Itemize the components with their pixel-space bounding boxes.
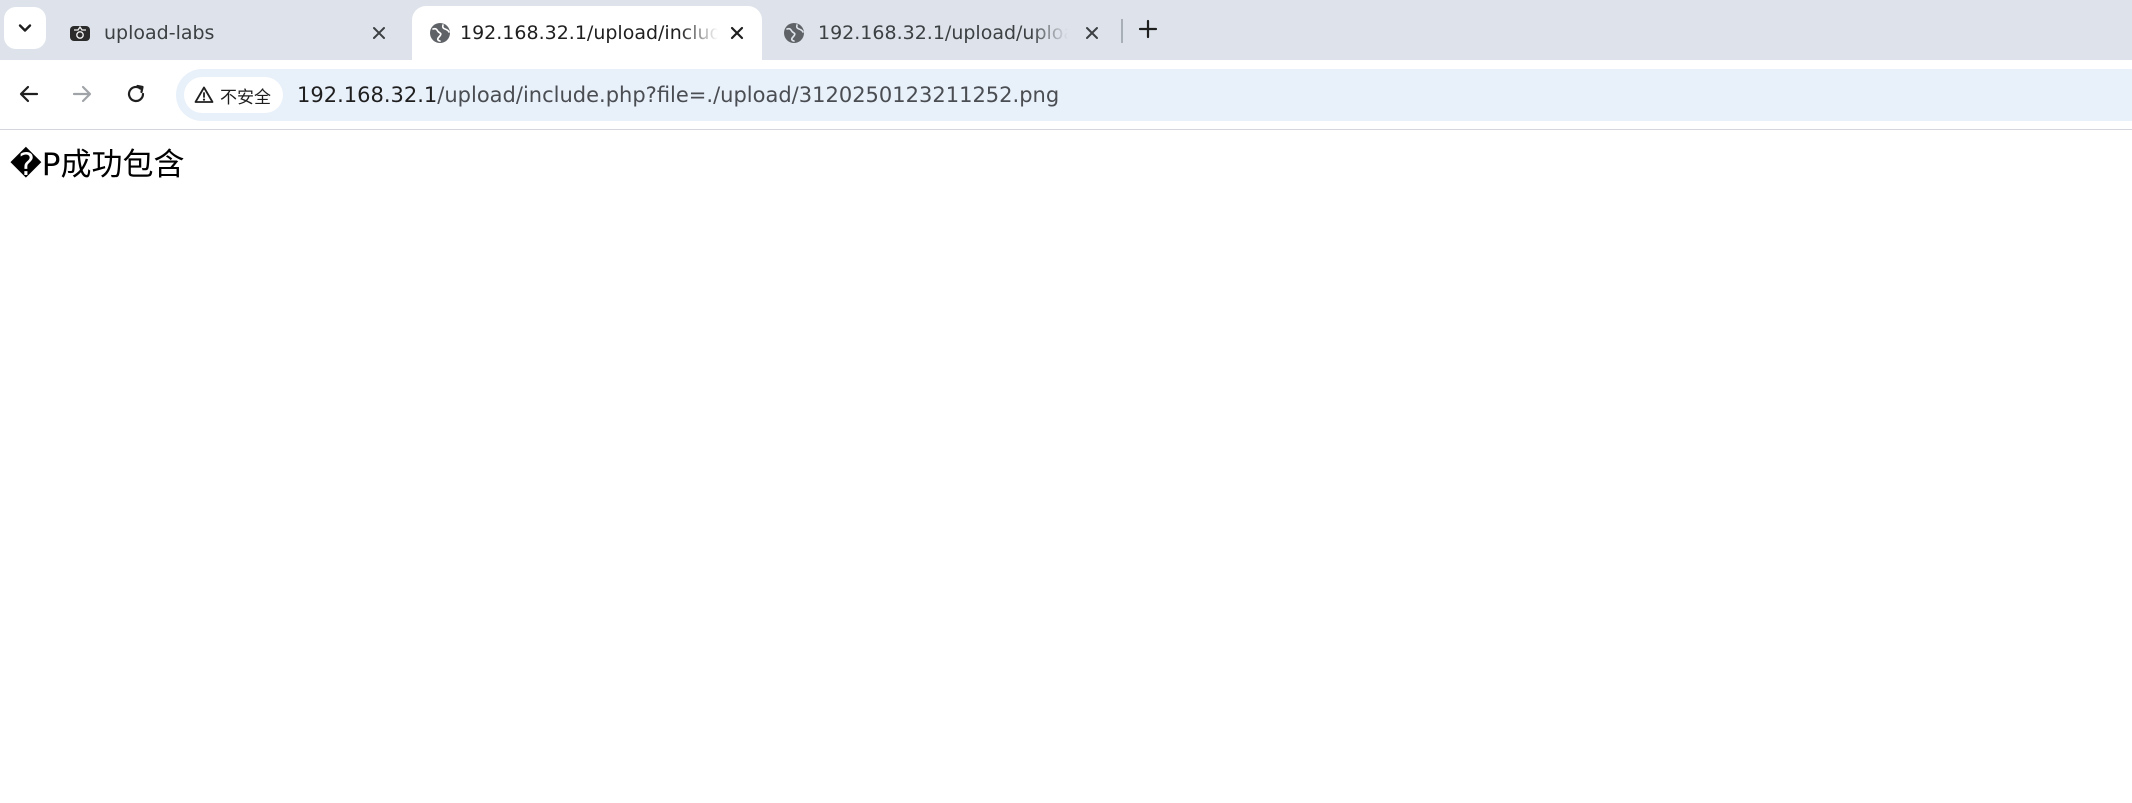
forward-button[interactable]: [64, 76, 100, 112]
tab-search-button[interactable]: [4, 7, 46, 49]
back-button[interactable]: [11, 76, 47, 112]
close-icon: [373, 27, 385, 39]
tab-separator: [1121, 19, 1123, 43]
globe-icon: [784, 23, 804, 43]
tab-include[interactable]: 192.168.32.1/upload/include.: [412, 6, 762, 60]
tab-upload-labs[interactable]: upload-labs: [52, 6, 402, 60]
reload-button[interactable]: [118, 76, 154, 112]
browser-toolbar: 不安全 192.168.32.1/upload/include.php?file…: [0, 60, 2132, 130]
arrow-left-icon: [19, 85, 39, 103]
game-controller-icon: [70, 25, 90, 41]
warning-icon: [194, 86, 214, 103]
tab-title: 192.168.32.1/upload/upload/: [818, 22, 1068, 44]
address-bar[interactable]: 不安全 192.168.32.1/upload/include.php?file…: [176, 69, 2132, 121]
tab-strip: upload-labs 192.168.32.1/upload/include.…: [0, 0, 2132, 60]
plus-icon: [1138, 19, 1158, 39]
url-host: 192.168.32.1: [297, 83, 438, 107]
tab-close-button[interactable]: [724, 20, 750, 46]
tab-close-button[interactable]: [1079, 20, 1105, 46]
tab-upload[interactable]: 192.168.32.1/upload/upload/: [768, 6, 1118, 60]
close-icon: [730, 26, 744, 40]
url-path: /upload/include.php?file=./upload/312025…: [437, 83, 1060, 107]
arrow-right-icon: [72, 85, 92, 103]
tab-title: upload-labs: [104, 22, 215, 44]
security-label: 不安全: [220, 87, 271, 108]
tab-title: 192.168.32.1/upload/include.: [460, 22, 718, 44]
chevron-down-icon: [18, 24, 32, 32]
globe-icon: [430, 23, 450, 43]
tab-close-button[interactable]: [366, 20, 392, 46]
url-text[interactable]: 192.168.32.1/upload/include.php?file=./u…: [297, 81, 1059, 109]
page-content: �P成功包含: [0, 131, 2132, 803]
reload-icon: [127, 84, 145, 103]
new-tab-button[interactable]: [1133, 14, 1163, 44]
security-indicator[interactable]: 不安全: [184, 77, 283, 113]
close-icon: [1086, 27, 1098, 39]
include-message: �P成功包含: [10, 147, 185, 183]
